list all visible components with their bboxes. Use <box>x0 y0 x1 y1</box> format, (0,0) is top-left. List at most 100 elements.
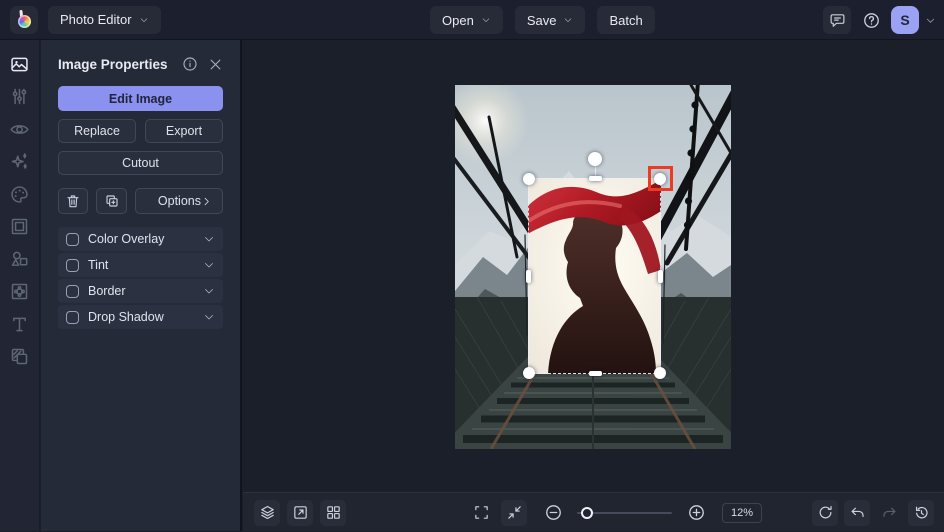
resize-handle-bottom-left[interactable] <box>523 367 535 379</box>
resize-handle-left[interactable] <box>526 270 531 283</box>
account-chevron-down-icon[interactable] <box>925 15 936 26</box>
bridge-photo-layer[interactable] <box>455 85 731 449</box>
tint-checkbox[interactable] <box>66 259 79 272</box>
close-icon[interactable] <box>208 57 223 72</box>
open-button[interactable]: Open <box>430 6 503 34</box>
frame-icon <box>9 216 30 237</box>
zoom-controls: 12% <box>468 493 762 532</box>
templates-button[interactable] <box>320 500 346 526</box>
open-label: Open <box>442 13 474 28</box>
property-row-drop-shadow[interactable]: Drop Shadow <box>58 305 223 329</box>
top-bar: Photo Editor Open Save Batch <box>0 0 944 40</box>
property-label: Tint <box>88 258 203 272</box>
zoom-in-button[interactable] <box>683 500 709 526</box>
fullscreen-button[interactable] <box>468 500 494 526</box>
help-button[interactable] <box>857 6 885 34</box>
rail-text[interactable] <box>0 308 40 341</box>
panel-title: Image Properties <box>58 57 172 72</box>
topbar-right: S <box>823 6 936 34</box>
app-menu-button[interactable]: Photo Editor <box>48 6 161 34</box>
eye-icon <box>9 119 30 140</box>
delete-layer-button[interactable] <box>58 188 88 214</box>
sliders-icon <box>9 86 30 107</box>
resize-handle-top[interactable] <box>589 176 602 181</box>
property-label: Border <box>88 284 203 298</box>
save-label: Save <box>527 13 557 28</box>
property-row-tint[interactable]: Tint <box>58 253 223 277</box>
chevron-down-icon[interactable] <box>203 311 215 323</box>
rotate-handle[interactable] <box>588 152 602 166</box>
chevron-down-icon <box>481 15 491 25</box>
grid-icon <box>325 504 342 521</box>
history-icon <box>913 504 930 521</box>
selection-box[interactable] <box>528 178 661 374</box>
feedback-button[interactable] <box>823 6 851 34</box>
batch-button[interactable]: Batch <box>597 6 654 34</box>
export-button[interactable]: Export <box>145 119 223 143</box>
options-label: Options <box>158 194 201 208</box>
resize-icon <box>292 504 309 521</box>
history-button[interactable] <box>908 500 934 526</box>
rail-textures[interactable] <box>0 341 40 374</box>
edit-image-button[interactable]: Edit Image <box>58 86 223 111</box>
color-overlay-checkbox[interactable] <box>66 233 79 246</box>
chevron-down-icon[interactable] <box>203 285 215 297</box>
rail-frames[interactable] <box>0 211 40 244</box>
replace-export-row: Replace Export <box>58 119 223 143</box>
rail-ai-tools[interactable] <box>0 146 40 179</box>
property-label: Drop Shadow <box>88 310 203 324</box>
chevron-right-icon <box>201 196 212 207</box>
rail-artsy[interactable] <box>0 178 40 211</box>
rail-edit[interactable] <box>0 81 40 114</box>
resize-handle-bottom-right[interactable] <box>654 367 666 379</box>
resize-canvas-button[interactable] <box>287 500 313 526</box>
resize-handle-top-left[interactable] <box>523 173 535 185</box>
redo-button[interactable] <box>876 500 902 526</box>
editor-canvas[interactable] <box>243 40 944 531</box>
reset-button[interactable] <box>812 500 838 526</box>
undo-icon <box>849 504 866 521</box>
layers-button[interactable] <box>254 500 280 526</box>
tool-rail <box>0 40 40 531</box>
resize-handle-bottom[interactable] <box>589 371 602 376</box>
rail-image-manager[interactable] <box>0 48 40 81</box>
palette-icon <box>9 184 30 205</box>
layers-icon <box>259 504 276 521</box>
resize-handle-right[interactable] <box>658 270 663 283</box>
active-handle-highlight[interactable] <box>648 166 673 191</box>
duplicate-icon <box>104 193 120 209</box>
user-avatar[interactable]: S <box>891 6 919 34</box>
rail-overlays[interactable] <box>0 276 40 309</box>
befunky-logo[interactable] <box>10 6 38 34</box>
zoom-slider-knob[interactable] <box>581 507 593 519</box>
rail-touch-up[interactable] <box>0 113 40 146</box>
property-row-color-overlay[interactable]: Color Overlay <box>58 227 223 251</box>
fit-to-screen-button[interactable] <box>501 500 527 526</box>
zoom-level-indicator[interactable]: 12% <box>722 503 762 523</box>
plus-circle-icon <box>687 503 706 522</box>
layer-tools-row: Options <box>58 188 223 214</box>
property-row-border[interactable]: Border <box>58 279 223 303</box>
property-list: Color Overlay Tint Border Drop Shadow <box>58 227 223 329</box>
minus-circle-icon <box>544 503 563 522</box>
chevron-down-icon[interactable] <box>203 233 215 245</box>
zoom-out-button[interactable] <box>540 500 566 526</box>
chevron-down-icon[interactable] <box>203 259 215 271</box>
batch-label: Batch <box>609 13 642 28</box>
replace-button[interactable]: Replace <box>58 119 136 143</box>
question-icon <box>862 11 881 30</box>
options-button[interactable]: Options <box>135 188 223 214</box>
rail-graphics[interactable] <box>0 243 40 276</box>
cutout-button[interactable]: Cutout <box>58 151 223 175</box>
info-icon[interactable] <box>182 56 198 72</box>
duplicate-layer-button[interactable] <box>96 188 126 214</box>
undo-button[interactable] <box>844 500 870 526</box>
save-button[interactable]: Save <box>515 6 586 34</box>
text-icon <box>9 314 30 335</box>
image-icon <box>9 54 30 75</box>
border-checkbox[interactable] <box>66 285 79 298</box>
redo-icon <box>881 504 898 521</box>
zoom-slider[interactable] <box>577 506 672 520</box>
drop-shadow-checkbox[interactable] <box>66 311 79 324</box>
file-actions: Open Save Batch <box>430 6 655 34</box>
